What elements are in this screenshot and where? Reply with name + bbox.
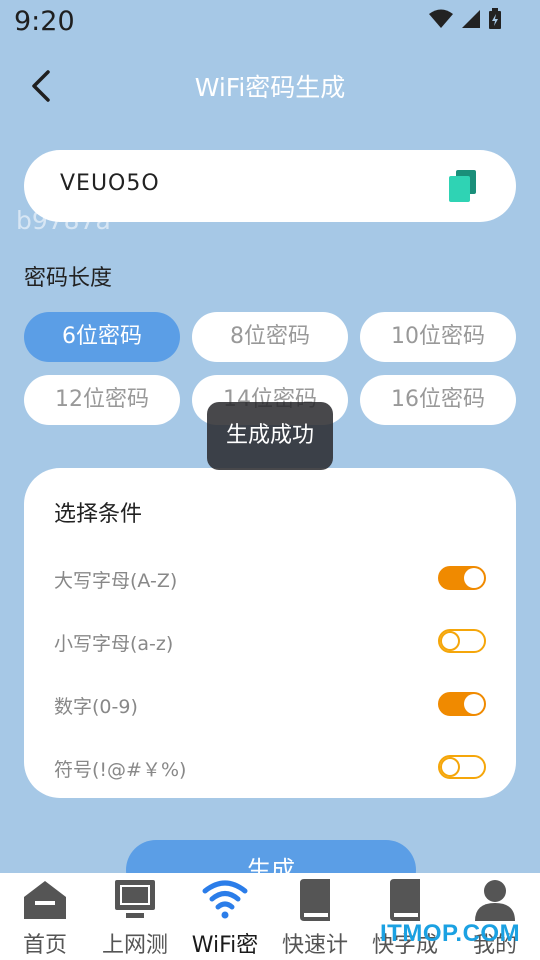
cell-signal-icon [462, 10, 480, 28]
toggle-knob [464, 694, 484, 714]
condition-row-lowercase: 小写字母(a-z) [54, 621, 486, 661]
status-icons [428, 8, 502, 30]
monitor-icon [115, 880, 155, 918]
digits-toggle[interactable] [438, 692, 486, 716]
symbols-toggle[interactable] [438, 755, 486, 779]
nav-item-speedtest[interactable]: 上网测 [90, 873, 180, 960]
length-option-8[interactable]: 8位密码 [192, 312, 348, 362]
book-icon [300, 879, 330, 921]
condition-row-uppercase: 大写字母(A-Z) [54, 558, 486, 598]
password-value: VEUO5O [60, 171, 160, 196]
conditions-card: 选择条件 大写字母(A-Z) 小写字母(a-z) 数字(0-9) 符号(!@#￥… [24, 468, 516, 798]
condition-label: 小写字母(a-z) [54, 633, 174, 655]
nav-item-calc[interactable]: 快速计 [270, 873, 360, 960]
toggle-knob [464, 568, 484, 588]
condition-row-symbols: 符号(!@#￥%) [54, 747, 486, 787]
status-time: 9:20 [14, 6, 75, 37]
uppercase-toggle[interactable] [438, 566, 486, 590]
app-bar: WiFi密码生成 [0, 52, 540, 118]
length-option-10[interactable]: 10位密码 [360, 312, 516, 362]
nav-item-wifi[interactable]: WiFi密 [180, 873, 270, 960]
copy-icon [449, 170, 476, 202]
condition-label: 符号(!@#￥%) [54, 759, 187, 781]
length-option-16[interactable]: 16位密码 [360, 375, 516, 425]
book-icon [390, 879, 420, 921]
copy-button[interactable] [446, 168, 480, 204]
page-title: WiFi密码生成 [194, 73, 346, 102]
nav-item-home[interactable]: 首页 [0, 873, 90, 960]
length-option-12[interactable]: 12位密码 [24, 375, 180, 425]
home-icon [24, 881, 66, 919]
wifi-signal-icon [429, 9, 453, 28]
watermark-text: b9787a [16, 206, 111, 235]
condition-row-digits: 数字(0-9) [54, 684, 486, 724]
battery-icon [489, 8, 501, 29]
wifi-icon [202, 880, 248, 919]
nav-label: WiFi密 [191, 933, 259, 958]
site-watermark: ITMOP.COM [380, 920, 521, 947]
nav-label: 快速计 [281, 933, 348, 958]
lowercase-toggle[interactable] [438, 629, 486, 653]
nav-label: 上网测 [101, 933, 168, 958]
length-label: 密码长度 [24, 266, 113, 291]
toast-message: 生成成功 [207, 402, 333, 470]
toggle-knob [440, 757, 460, 777]
length-option-6[interactable]: 6位密码 [24, 312, 180, 362]
condition-label: 大写字母(A-Z) [54, 570, 178, 592]
user-icon [475, 880, 515, 921]
toggle-knob [440, 631, 460, 651]
nav-label: 首页 [22, 933, 67, 958]
status-bar: 9:20 [0, 0, 540, 44]
condition-label: 数字(0-9) [54, 696, 138, 718]
conditions-title: 选择条件 [54, 502, 143, 527]
